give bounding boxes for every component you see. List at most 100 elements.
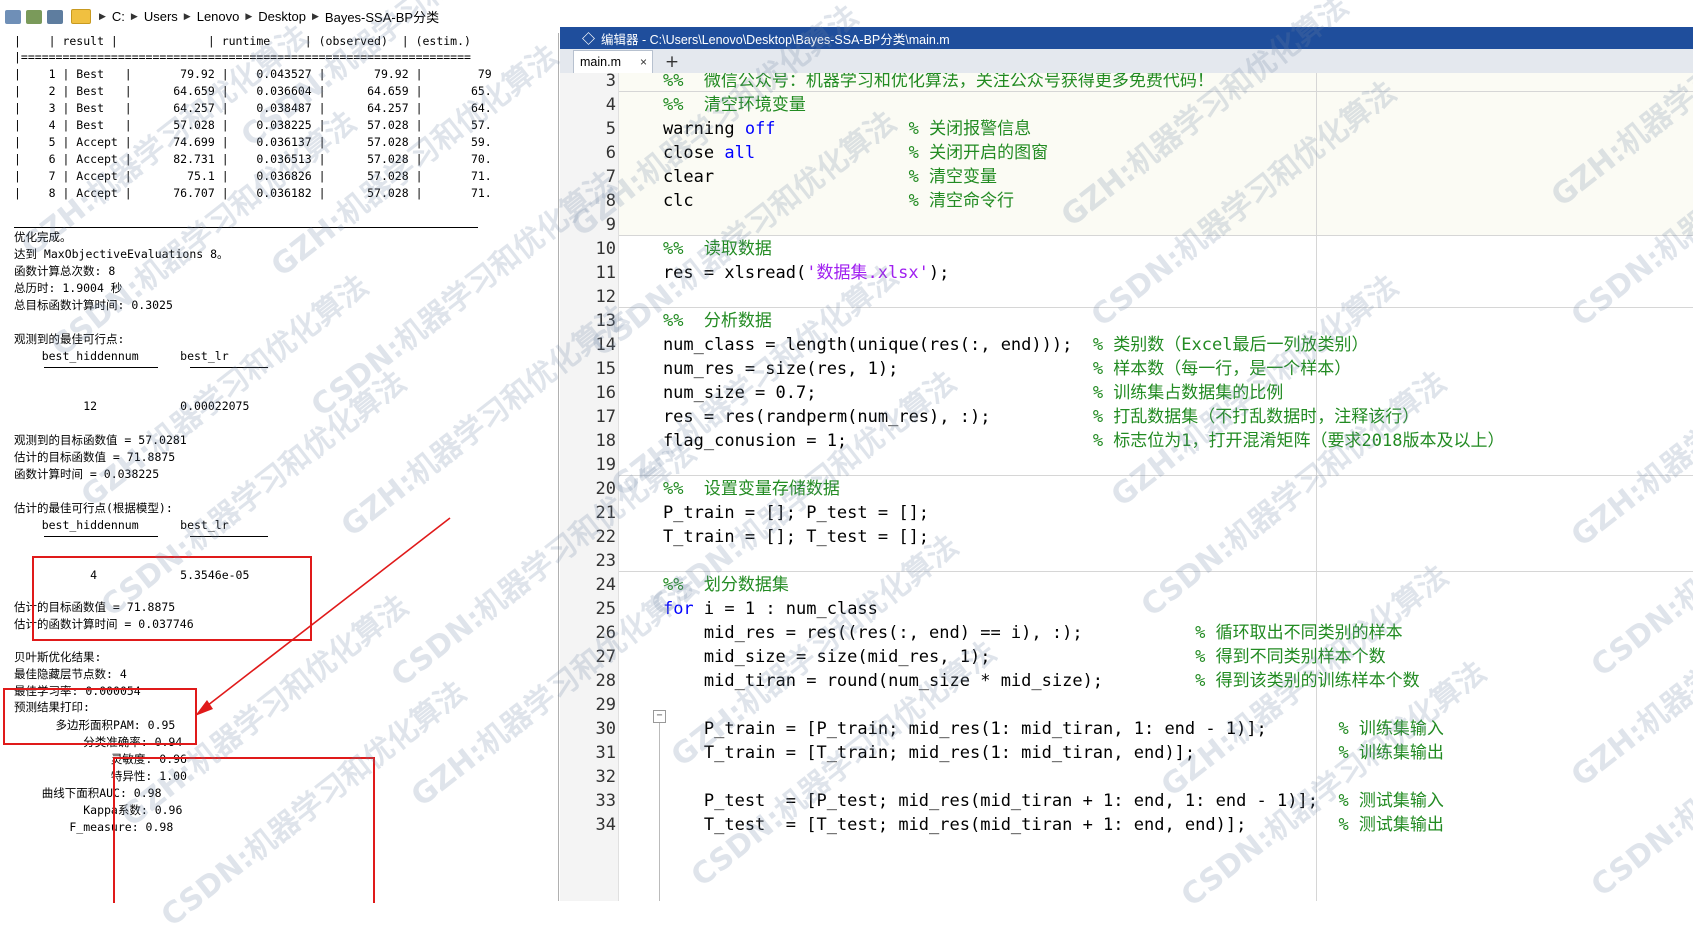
line-number: 34 — [595, 815, 616, 835]
editor-tab-strip: main.m × + — [560, 49, 1693, 74]
code-text: T_test = [T_test; mid_res(mid_tiran + 1:… — [622, 815, 1339, 835]
line-number: 15 — [595, 359, 616, 379]
code-line[interactable]: num_size = 0.7; % 训练集占数据集的比例 — [622, 381, 1693, 405]
code-line[interactable]: %% 设置变量存储数据 — [622, 477, 1693, 501]
code-line[interactable]: T_train = []; T_test = []; — [622, 525, 1693, 549]
code-line[interactable]: %% 微信公众号：机器学习和优化算法，关注公众号获得更多免费代码！ — [622, 73, 1693, 93]
code-line[interactable]: T_train = [T_train; mid_res(1: mid_tiran… — [622, 741, 1693, 765]
code-text: P_train = []; P_test = []; — [622, 503, 930, 523]
code-comment: % 标志位为1，打开混淆矩阵（要求2018版本及以上） — [1092, 431, 1505, 451]
line-number: 23 — [595, 551, 616, 571]
code-text: mid_res = res((res(:, end) == i), :); — [622, 623, 1196, 643]
code-keyword: off — [744, 119, 776, 139]
line-number: 20 — [595, 479, 616, 499]
code-text: T_train = [T_train; mid_res(1: mid_tiran… — [622, 743, 1339, 763]
code-comment: % 得到不同类别样本个数 — [1195, 647, 1386, 667]
code-line[interactable]: %% 清空环境变量 — [622, 93, 1693, 117]
code-comment: % 训练集占数据集的比例 — [1092, 383, 1284, 403]
code-line[interactable]: mid_res = res((res(:, end) == i), :); % … — [622, 621, 1693, 645]
new-tab-button[interactable]: + — [660, 50, 684, 73]
line-number: 14 — [595, 335, 616, 355]
editor-icon — [582, 31, 595, 45]
code-line[interactable]: %% 划分数据集 — [622, 573, 1693, 597]
line-number: 29 — [595, 695, 616, 715]
code-comment: %% 划分数据集 — [662, 575, 789, 595]
code-text: i = 1 : num_class — [693, 599, 878, 619]
code-comment: % 训练集输出 — [1338, 743, 1444, 763]
editor-title: 编辑器 - C:\Users\Lenovo\Desktop\Bayes-SSA-… — [601, 32, 950, 47]
code-comment: %% 微信公众号：机器学习和优化算法，关注公众号获得更多免费代码！ — [662, 73, 1214, 91]
cell-divider — [618, 475, 1693, 476]
code-text: mid_tiran = round(num_size * mid_size); — [622, 671, 1196, 691]
code-text: res = res(randperm(num_res), :); — [622, 407, 1093, 427]
code-line[interactable]: res = xlsread('数据集.xlsx'); — [622, 261, 1693, 285]
cell-divider — [618, 235, 1693, 236]
line-number: 32 — [595, 767, 616, 787]
code-text: P_train = [P_train; mid_res(1: mid_tiran… — [622, 719, 1339, 739]
line-number-gutter: 3 4 5 6 7 8 9 10 11 12 13 14 15 16 17 18 19 20 21 22 23 24 25 2… — [560, 73, 619, 901]
line-number: 17 — [595, 407, 616, 427]
code-keyword: for — [662, 599, 694, 619]
tab-main-m[interactable]: main.m × — [573, 50, 653, 73]
code-line[interactable]: T_test = [T_test; mid_res(mid_tiran + 1:… — [622, 813, 1693, 837]
code-comment: % 类别数（Excel最后一列放类别） — [1092, 335, 1369, 355]
code-line[interactable]: %% 分析数据 — [622, 309, 1693, 333]
code-text: T_train = []; T_test = []; — [622, 527, 930, 547]
code-text: clc — [622, 191, 909, 211]
code-editor[interactable]: 3 4 5 6 7 8 9 10 11 12 13 14 15 16 17 18 19 20 21 22 23 24 25 2… — [560, 73, 1693, 901]
code-line[interactable]: num_class = length(unique(res(:, end)));… — [622, 333, 1693, 357]
line-number: 18 — [595, 431, 616, 451]
code-line[interactable]: clc % 清空命令行 — [622, 189, 1693, 213]
close-icon[interactable]: × — [640, 55, 647, 69]
editor-title-bar: 编辑器 - C:\Users\Lenovo\Desktop\Bayes-SSA-… — [560, 27, 1693, 49]
line-number: 3 — [605, 73, 616, 91]
code-comment: % 测试集输入 — [1338, 791, 1444, 811]
code-line[interactable]: flag_conusion = 1; % 标志位为1，打开混淆矩阵（要求2018… — [622, 429, 1693, 453]
code-comment: % 训练集输入 — [1338, 719, 1444, 739]
code-comment: % 清空命令行 — [908, 191, 1015, 211]
code-text: num_res = size(res, 1); — [622, 359, 1093, 379]
line-number: 27 — [595, 647, 616, 667]
code-comment: %% 清空环境变量 — [662, 95, 806, 115]
code-text: res = xlsread( — [622, 263, 807, 283]
code-line[interactable]: res = res(randperm(num_res), :); % 打乱数据集… — [622, 405, 1693, 429]
code-line[interactable]: num_res = size(res, 1); % 样本数（每一行，是一个样本） — [622, 357, 1693, 381]
code-comment: % 得到该类别的训练样本个数 — [1195, 671, 1420, 691]
code-line[interactable]: mid_size = size(mid_res, 1); % 得到不同类别样本个… — [622, 645, 1693, 669]
code-comment: %% 读取数据 — [662, 239, 772, 259]
line-number: 31 — [595, 743, 616, 763]
code-comment: % 循环取出不同类别的样本 — [1195, 623, 1403, 643]
code-line[interactable]: warning off % 关闭报警信息 — [622, 117, 1693, 141]
code-comment: % 测试集输出 — [1338, 815, 1444, 835]
code-line[interactable]: P_test = [P_test; mid_res(mid_tiran + 1:… — [622, 789, 1693, 813]
line-number: 11 — [595, 263, 616, 283]
code-line[interactable]: %% 读取数据 — [622, 237, 1693, 261]
code-line[interactable]: P_train = []; P_test = []; — [622, 501, 1693, 525]
code-comment: %% 分析数据 — [662, 311, 772, 331]
line-number: 5 — [605, 119, 616, 139]
cell-divider — [618, 571, 1693, 572]
code-comment: %% 设置变量存储数据 — [662, 479, 840, 499]
line-number: 6 — [605, 143, 616, 163]
line-number: 24 — [595, 575, 616, 595]
cell-divider — [618, 307, 1693, 308]
code-text: mid_size = size(mid_res, 1); — [622, 647, 1196, 667]
code-line[interactable]: clear % 清空变量 — [622, 165, 1693, 189]
line-number: 19 — [595, 455, 616, 475]
code-line[interactable]: for i = 1 : num_class — [622, 597, 1693, 621]
code-string: '数据集.xlsx' — [806, 263, 929, 283]
code-text: ); — [928, 263, 950, 283]
line-number: 9 — [605, 215, 616, 235]
code-comment: % 关闭报警信息 — [908, 119, 1032, 139]
line-number: 8 — [605, 191, 616, 211]
line-number: 25 — [595, 599, 616, 619]
code-line[interactable]: mid_tiran = round(num_size * mid_size); … — [622, 669, 1693, 693]
code-line[interactable]: close all % 关闭开启的图窗 — [622, 141, 1693, 165]
code-line[interactable]: P_train = [P_train; mid_res(1: mid_tiran… — [622, 717, 1693, 741]
